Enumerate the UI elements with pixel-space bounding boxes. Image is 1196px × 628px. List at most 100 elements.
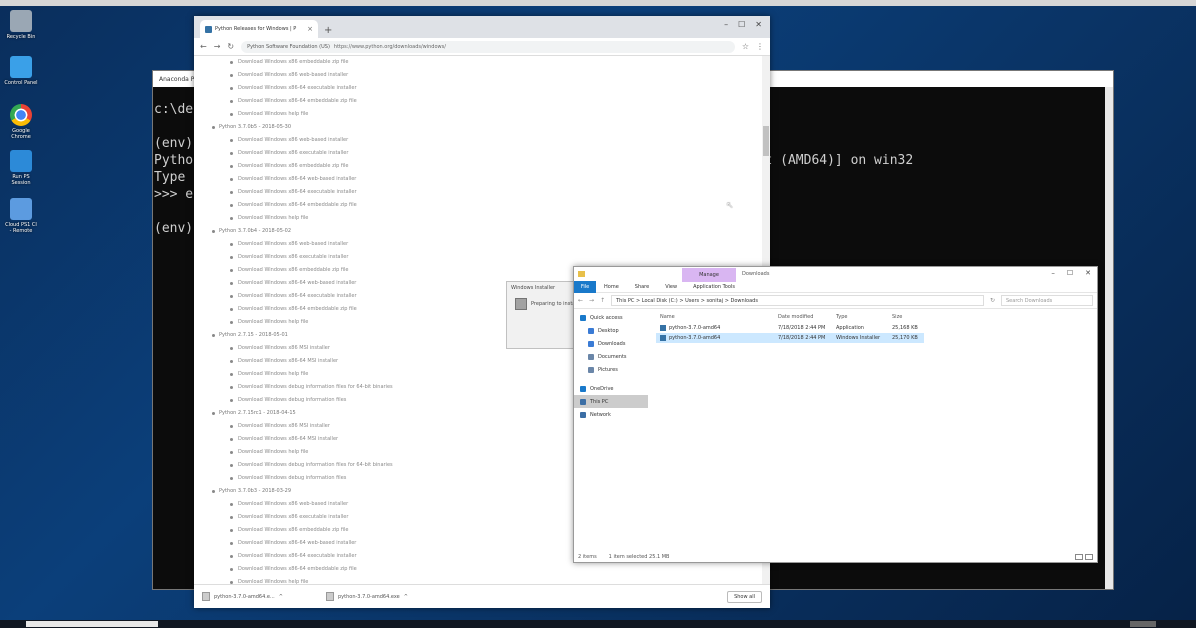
download-link[interactable]: Download Windows x86 web-based installer (212, 134, 770, 147)
download-link[interactable]: Download Windows x86 web-based installer (212, 238, 770, 251)
show-all-button[interactable]: Show all (727, 590, 762, 603)
view-buttons (1075, 554, 1093, 560)
close-icon[interactable]: ✕ (755, 20, 762, 29)
bullet (230, 204, 233, 207)
bullet (230, 243, 233, 246)
forward-icon[interactable]: → (589, 297, 594, 304)
file-row[interactable]: python-3.7.0-amd64 7/18/2018 2:44 PM Appli… (656, 323, 1091, 333)
download-link[interactable]: Download Windows x86 embeddable zip file (212, 56, 770, 69)
download-link[interactable]: Download Windows x86-64 web-based instal… (212, 173, 770, 186)
details-view-icon[interactable] (1075, 554, 1083, 560)
tab-application-tools[interactable]: Application Tools (685, 284, 743, 290)
path-bar[interactable]: This PC > Local Disk (C:) > Users > soni… (611, 295, 984, 306)
up-icon[interactable]: ↑ (600, 297, 605, 304)
explorer-titlebar[interactable]: Manage Downloads – ☐ ✕ (574, 267, 1097, 282)
file-icon (660, 325, 666, 331)
nav-item-pictures[interactable]: Pictures (574, 363, 648, 376)
minimize-icon[interactable]: – (1051, 269, 1055, 277)
bullet (230, 516, 233, 519)
new-tab-button[interactable]: + (318, 25, 338, 38)
large-icons-view-icon[interactable] (1085, 554, 1093, 560)
reload-icon[interactable]: ↻ (227, 42, 234, 51)
chevron-up-icon[interactable]: ^ (404, 594, 408, 600)
download-link[interactable]: Download Windows x86-64 executable insta… (212, 82, 770, 95)
nav-item-desktop[interactable]: Desktop (574, 324, 648, 337)
nav-icon (580, 314, 586, 321)
download-link[interactable]: Download Windows x86-64 embeddable zip f… (212, 563, 770, 576)
explorer-window[interactable]: Manage Downloads – ☐ ✕ File Home Share V… (573, 266, 1098, 563)
desktop-icon-recycle-bin[interactable]: Recycle Bin (4, 10, 38, 40)
download-item-label: python-3.7.0-amd64.exe (338, 593, 400, 600)
tab-file[interactable]: File (574, 280, 596, 293)
nav-item-documents[interactable]: Documents (574, 350, 648, 363)
back-icon[interactable]: ← (200, 42, 207, 51)
download-link-text: Download Windows x86-64 web-based instal… (238, 540, 357, 546)
release-title[interactable]: Python 3.7.0b5 - 2018-05-30 (212, 121, 770, 134)
tab-title: Python Releases for Windows | P (215, 26, 297, 32)
download-link[interactable]: Download Windows help file (212, 576, 770, 584)
menu-icon[interactable]: ⋮ (756, 42, 764, 51)
minimize-icon[interactable]: – (724, 20, 728, 29)
download-link[interactable]: Download Windows x86-64 embeddable zip f… (212, 199, 770, 212)
tab-home[interactable]: Home (596, 284, 627, 290)
download-link[interactable]: Download Windows help file (212, 212, 770, 225)
nav-icon (580, 398, 586, 405)
file-row[interactable]: python-3.7.0-amd64 7/18/2018 2:44 PM Windo… (656, 333, 924, 343)
maximize-icon[interactable]: ☐ (1067, 269, 1073, 277)
desktop-icon-ps-session[interactable]: Run PS Session (4, 150, 38, 186)
address-bar[interactable]: Python Software Foundation (US) https://… (241, 40, 735, 53)
star-icon[interactable]: ☆ (742, 42, 749, 51)
tab-share[interactable]: Share (627, 284, 657, 290)
download-item[interactable]: python-3.7.0-amd64.e... ^ (202, 592, 312, 601)
maximize-icon[interactable]: ☐ (738, 20, 745, 29)
column-name[interactable]: Name (656, 314, 778, 320)
search-input[interactable]: Search Downloads (1001, 295, 1093, 306)
release-title-text: Python 2.7.15rc1 - 2018-04-15 (219, 410, 296, 416)
tab-view[interactable]: View (657, 284, 685, 290)
download-link-text: Download Windows debug information files… (238, 384, 393, 390)
nav-item-onedrive[interactable]: OneDrive (574, 382, 648, 395)
console-scrollbar[interactable] (1105, 87, 1113, 589)
column-size[interactable]: Size (892, 314, 922, 320)
tab-manage[interactable]: Manage (682, 268, 736, 282)
close-tab-icon[interactable]: × (307, 25, 313, 33)
file-name: python-3.7.0-amd64 (656, 325, 778, 331)
nav-item-this-pc[interactable]: This PC (574, 395, 648, 408)
chevron-up-icon[interactable]: ^ (279, 594, 283, 600)
bullet (230, 373, 233, 376)
download-link[interactable]: Download Windows x86 embeddable zip file (212, 160, 770, 173)
download-link[interactable]: Download Windows x86 executable installe… (212, 251, 770, 264)
taskbar-search-box[interactable] (26, 621, 158, 627)
download-link-text: Download Windows x86 embeddable zip file (238, 59, 349, 65)
release-title[interactable]: Python 3.7.0b4 - 2018-05-02 (212, 225, 770, 238)
download-link-text: Download Windows x86-64 executable insta… (238, 85, 357, 91)
refresh-icon[interactable]: ↻ (990, 297, 995, 304)
desktop-icon-cloud-ps[interactable]: Cloud PS1 CI - Remote (4, 198, 38, 234)
status-items: 2 items (578, 554, 597, 560)
download-link[interactable]: Download Windows help file (212, 108, 770, 121)
taskbar-clock (1130, 621, 1156, 627)
desktop-icon-chrome[interactable]: Google Chrome (4, 104, 38, 140)
browser-tab[interactable]: Python Releases for Windows | P × (200, 20, 318, 38)
download-link[interactable]: Download Windows x86 executable installe… (212, 147, 770, 160)
bullet (230, 191, 233, 194)
release-title-text: Python 3.7.0b3 - 2018-03-29 (219, 488, 292, 494)
nav-item-downloads[interactable]: Downloads (574, 337, 648, 350)
scrollbar-thumb[interactable] (763, 126, 769, 156)
nav-item-quick-access[interactable]: Quick access (574, 311, 648, 324)
nav-item-network[interactable]: Network (574, 408, 648, 421)
download-link-text: Download Windows debug information files (238, 475, 347, 481)
download-link-text: Download Windows debug information files (238, 397, 347, 403)
back-icon[interactable]: ← (578, 297, 583, 304)
download-item[interactable]: python-3.7.0-amd64.exe ^ (326, 592, 436, 601)
forward-icon[interactable]: → (214, 42, 221, 51)
download-link[interactable]: Download Windows x86-64 executable insta… (212, 186, 770, 199)
close-icon[interactable]: ✕ (1085, 269, 1091, 277)
download-link[interactable]: Download Windows x86-64 embeddable zip f… (212, 95, 770, 108)
file-rows: python-3.7.0-amd64 7/18/2018 2:44 PM Appli… (656, 323, 1091, 343)
desktop-icon-control-panel[interactable]: Control Panel (4, 56, 38, 86)
download-link[interactable]: Download Windows x86 web-based installer (212, 69, 770, 82)
ribbon-tabs: File Home Share View Application Tools (574, 280, 1097, 293)
column-date[interactable]: Date modified (778, 314, 836, 320)
column-type[interactable]: Type (836, 314, 892, 320)
